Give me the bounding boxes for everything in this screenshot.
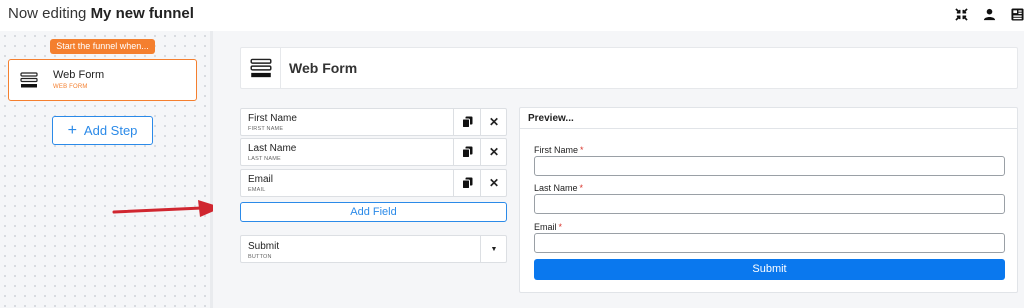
- field-sublabel: EMAIL: [248, 187, 266, 193]
- form-icon: [249, 58, 272, 78]
- step-name: Web Form: [53, 69, 105, 81]
- field-label: First Name: [248, 113, 297, 124]
- user-icon[interactable]: [982, 7, 996, 21]
- title-prefix: Now editing: [8, 5, 87, 22]
- copy-icon[interactable]: [453, 109, 480, 135]
- required-mark: *: [579, 183, 584, 193]
- step-type: WEB FORM: [53, 84, 88, 90]
- preview-label-last-name: Last Name *: [534, 183, 584, 193]
- field-label: Last Name: [248, 143, 297, 154]
- field-row-last-name[interactable]: Last Name LAST NAME ✕: [240, 138, 507, 166]
- add-step-label: Add Step: [83, 123, 138, 138]
- delete-icon[interactable]: ✕: [480, 109, 507, 135]
- submit-button-row[interactable]: Submit BUTTON ▼: [240, 235, 507, 263]
- preview-label-email: Email *: [534, 222, 563, 232]
- preview-input-first-name[interactable]: [534, 156, 1005, 176]
- field-label: Email: [248, 174, 274, 185]
- page-title: Now editing My new funnel: [8, 5, 194, 22]
- required-mark: *: [580, 145, 584, 155]
- step-card-web-form[interactable]: Web Form WEB FORM: [8, 59, 197, 101]
- editor-header: Web Form: [240, 47, 1018, 89]
- required-mark: *: [558, 222, 563, 232]
- preview-input-email[interactable]: [534, 233, 1005, 253]
- delete-icon[interactable]: ✕: [480, 139, 507, 165]
- preview-submit-button[interactable]: Submit: [534, 259, 1005, 280]
- editor-title: Web Form: [289, 60, 358, 76]
- copy-icon[interactable]: [453, 139, 480, 165]
- delete-icon[interactable]: ✕: [480, 170, 507, 196]
- caret-down-icon[interactable]: ▼: [480, 236, 507, 262]
- field-sublabel: FIRST NAME: [248, 126, 284, 132]
- collapse-icon[interactable]: [954, 7, 968, 21]
- submit-sublabel: BUTTON: [248, 254, 272, 260]
- add-step-button[interactable]: + Add Step: [52, 116, 153, 145]
- submit-label: Submit: [248, 241, 280, 252]
- preview-layout-icon[interactable]: [1010, 7, 1024, 21]
- preview-input-last-name[interactable]: [534, 194, 1005, 214]
- annotation-arrow: [112, 200, 222, 217]
- copy-icon[interactable]: [453, 170, 480, 196]
- preview-title: Preview...: [528, 113, 574, 124]
- field-sublabel: LAST NAME: [248, 156, 281, 162]
- form-icon: [20, 72, 38, 88]
- field-row-first-name[interactable]: First Name FIRST NAME ✕: [240, 108, 507, 136]
- trigger-tag: Start the funnel when...: [50, 39, 155, 54]
- plus-icon: +: [67, 121, 77, 139]
- top-bar: Now editing My new funnel: [0, 0, 1024, 30]
- funnel-name: My new funnel: [90, 5, 194, 22]
- preview-label-first-name: First Name *: [534, 145, 584, 155]
- add-field-button[interactable]: Add Field: [240, 202, 507, 222]
- field-row-email[interactable]: Email EMAIL ✕: [240, 169, 507, 197]
